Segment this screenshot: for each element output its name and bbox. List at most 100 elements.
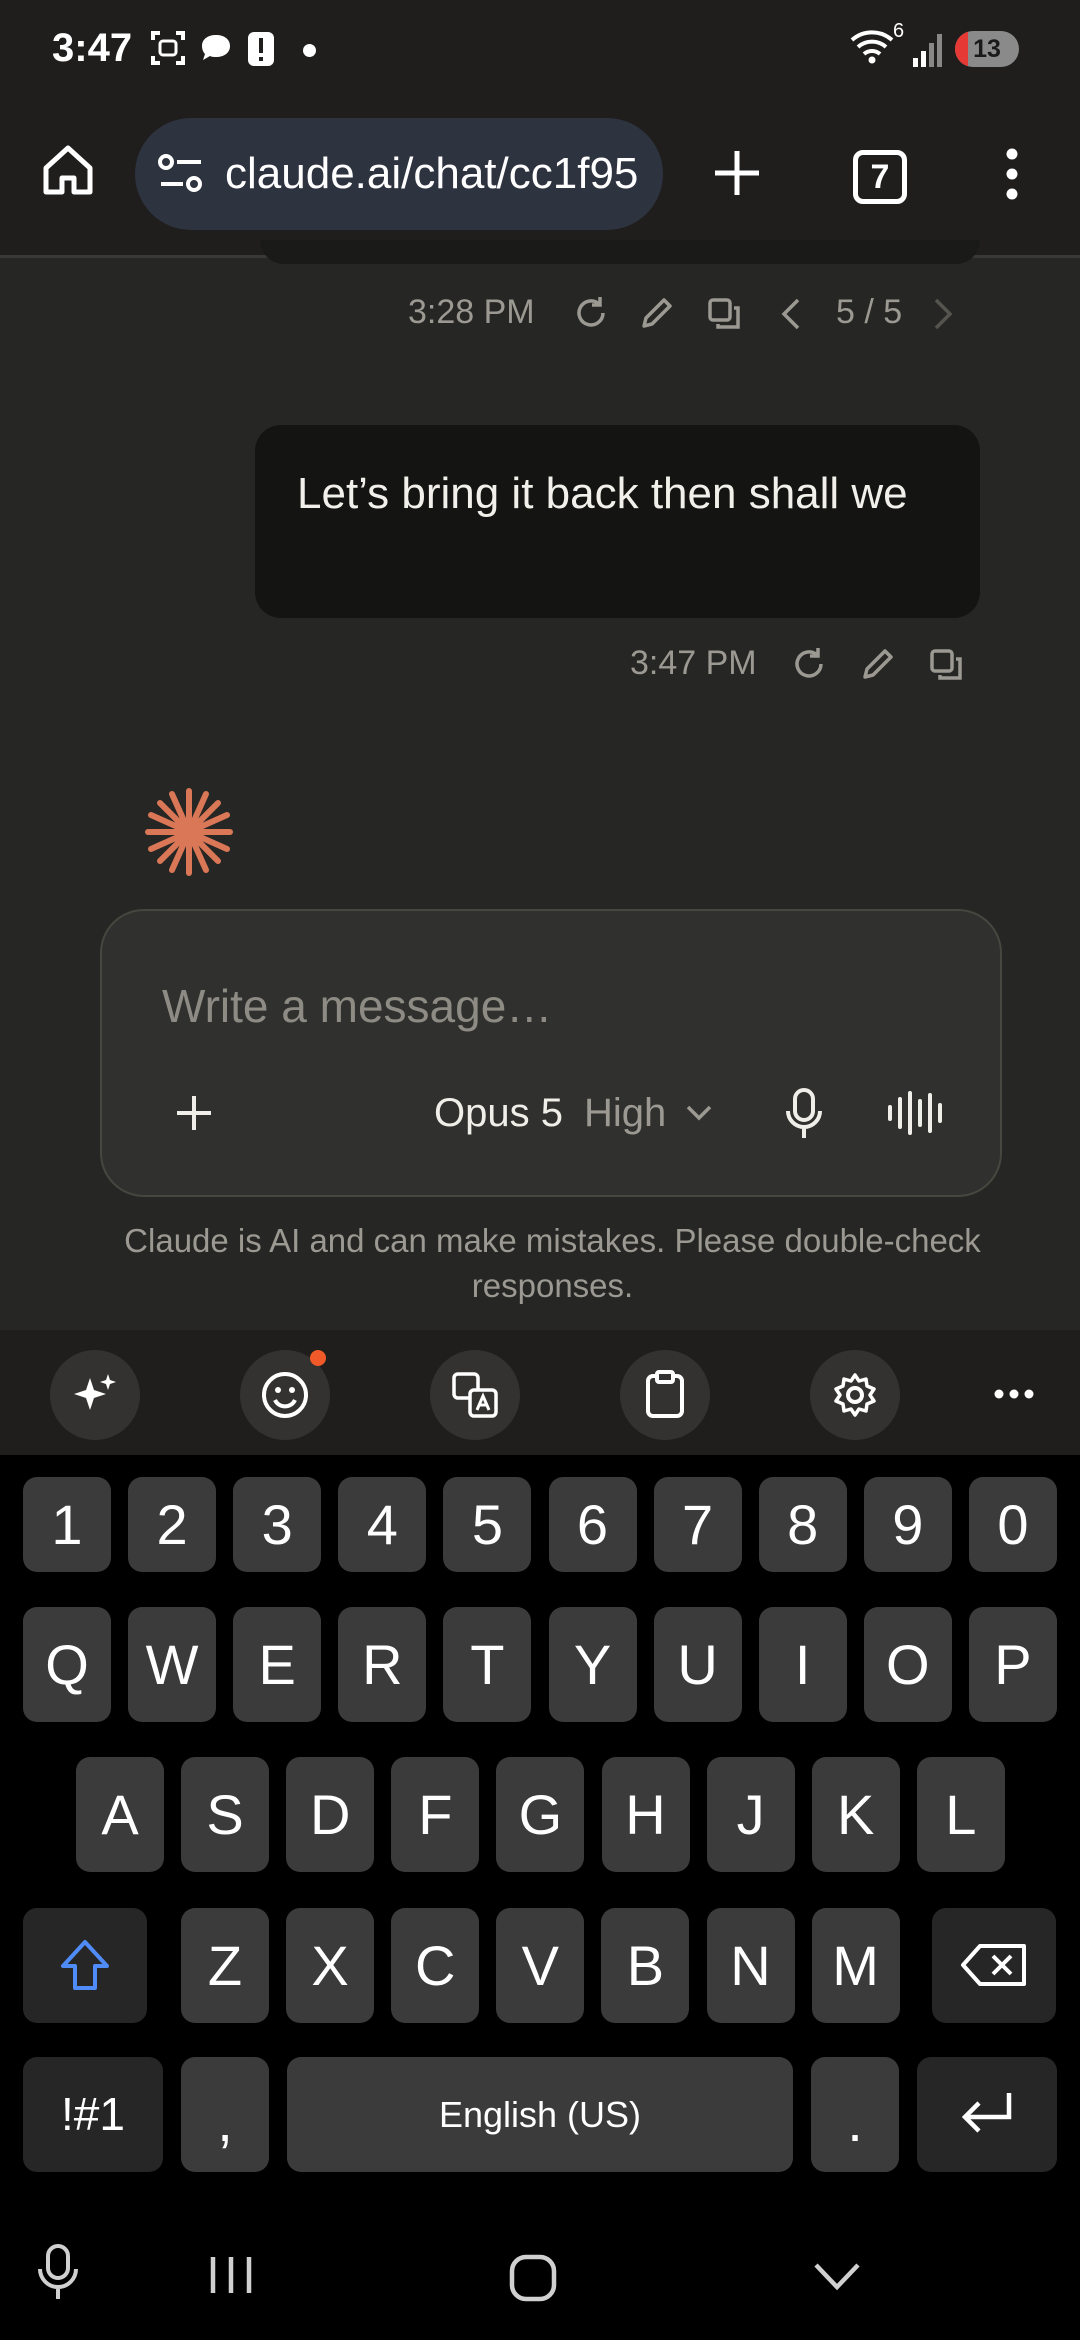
- microphone-icon[interactable]: [784, 1087, 824, 1141]
- edit-icon[interactable]: [859, 645, 897, 683]
- enter-key[interactable]: [917, 2057, 1057, 2172]
- more-menu-icon[interactable]: [1000, 146, 1024, 202]
- battery-icon: 13: [955, 31, 1019, 67]
- chevron-right-icon[interactable]: [930, 296, 956, 332]
- key-z[interactable]: Z: [181, 1908, 269, 2023]
- url-text[interactable]: claude.ai/chat/cc1f95: [225, 149, 638, 199]
- edit-icon[interactable]: [638, 294, 676, 332]
- key-6[interactable]: 6: [548, 1477, 637, 1572]
- emoji-button[interactable]: [240, 1350, 330, 1440]
- hide-keyboard-icon[interactable]: [812, 2261, 862, 2291]
- key-r[interactable]: R: [338, 1607, 427, 1722]
- key-8[interactable]: 8: [758, 1477, 847, 1572]
- translate-icon: [452, 1372, 498, 1418]
- new-tab-icon[interactable]: [712, 148, 762, 198]
- key-n[interactable]: N: [706, 1908, 795, 2023]
- status-time: 3:47: [52, 26, 133, 70]
- voice-mode-icon[interactable]: [886, 1089, 948, 1137]
- key-m[interactable]: M: [811, 1908, 900, 2023]
- key-h[interactable]: H: [601, 1757, 690, 1872]
- clipboard-icon: [646, 1370, 684, 1418]
- symbols-key[interactable]: !#1: [23, 2057, 163, 2172]
- keyboard-settings-button[interactable]: [810, 1350, 900, 1440]
- copy-icon[interactable]: [928, 647, 964, 683]
- response-pager: 5 / 5: [836, 293, 903, 331]
- chevron-left-icon[interactable]: [778, 296, 804, 332]
- keyboard-toolbar: [0, 1330, 1080, 1455]
- voice-input-icon[interactable]: [36, 2243, 80, 2303]
- key-3[interactable]: 3: [233, 1477, 322, 1572]
- key-g[interactable]: G: [496, 1757, 585, 1872]
- key-d[interactable]: D: [286, 1757, 375, 1872]
- key-0[interactable]: 0: [968, 1477, 1057, 1572]
- key-4[interactable]: 4: [338, 1477, 427, 1572]
- key-x[interactable]: X: [286, 1908, 375, 2023]
- retry-icon[interactable]: [790, 645, 828, 683]
- status-bar: 3:47 6 13: [0, 0, 1080, 100]
- chevron-down-icon[interactable]: [685, 1103, 713, 1123]
- screenshot-icon: [151, 31, 185, 65]
- shift-key[interactable]: [23, 1908, 147, 2023]
- key-i[interactable]: I: [758, 1607, 847, 1722]
- key-w[interactable]: W: [128, 1607, 217, 1722]
- more-options-icon[interactable]: [993, 1388, 1035, 1400]
- retry-icon[interactable]: [572, 294, 610, 332]
- copy-icon[interactable]: [706, 296, 742, 332]
- space-key[interactable]: English (US): [287, 2057, 793, 2172]
- tab-switcher-button[interactable]: 7: [853, 150, 907, 204]
- alert-icon: [248, 32, 274, 66]
- key-9[interactable]: 9: [863, 1477, 952, 1572]
- gear-icon: [834, 1373, 876, 1417]
- message-composer[interactable]: Write a message… Opus 5 High: [100, 909, 1002, 1197]
- key-s[interactable]: S: [181, 1757, 270, 1872]
- enter-icon: [961, 2093, 1012, 2133]
- model-selector[interactable]: Opus 5: [434, 1091, 563, 1136]
- key-1[interactable]: 1: [23, 1477, 111, 1572]
- system-navigation-bar: [0, 2215, 1080, 2340]
- key-y[interactable]: Y: [548, 1607, 637, 1722]
- key-o[interactable]: O: [863, 1607, 952, 1722]
- battery-level: 13: [973, 35, 1001, 63]
- browser-toolbar: claude.ai/chat/cc1f95 7: [0, 100, 1080, 258]
- key-l[interactable]: L: [916, 1757, 1005, 1872]
- key-j[interactable]: J: [706, 1757, 795, 1872]
- backspace-icon: [961, 1944, 1026, 1986]
- clipboard-button[interactable]: [620, 1350, 710, 1440]
- add-attachment-icon[interactable]: [174, 1093, 214, 1133]
- key-k[interactable]: K: [811, 1757, 900, 1872]
- shift-arrow-icon: [61, 1940, 109, 1990]
- key-u[interactable]: U: [653, 1607, 742, 1722]
- effort-selector[interactable]: High: [584, 1091, 666, 1136]
- key-f[interactable]: F: [391, 1757, 480, 1872]
- comma-key[interactable]: ,: [181, 2057, 269, 2172]
- address-bar[interactable]: claude.ai/chat/cc1f95: [135, 118, 663, 230]
- key-e[interactable]: E: [233, 1607, 322, 1722]
- backspace-key[interactable]: [932, 1908, 1056, 2023]
- key-5[interactable]: 5: [443, 1477, 532, 1572]
- signal-icon: [913, 34, 942, 67]
- key-b[interactable]: B: [601, 1908, 690, 2023]
- period-key[interactable]: .: [811, 2057, 899, 2172]
- user-message-time: 3:47 PM: [630, 644, 757, 682]
- key-c[interactable]: C: [391, 1908, 480, 2023]
- wifi-label: 6: [893, 20, 905, 42]
- chat-bubble-icon: [202, 35, 230, 60]
- message-input[interactable]: Write a message…: [162, 979, 552, 1033]
- ai-tools-button[interactable]: [50, 1350, 140, 1440]
- sparkle-icon: [74, 1374, 116, 1410]
- recent-apps-icon[interactable]: [208, 2255, 254, 2295]
- key-7[interactable]: 7: [653, 1477, 742, 1572]
- key-a[interactable]: A: [76, 1757, 164, 1872]
- home-icon[interactable]: [40, 142, 96, 198]
- home-button-icon[interactable]: [508, 2253, 558, 2303]
- key-p[interactable]: P: [968, 1607, 1057, 1722]
- previous-message-bubble: [260, 240, 980, 264]
- key-2[interactable]: 2: [128, 1477, 217, 1572]
- key-t[interactable]: T: [443, 1607, 532, 1722]
- wifi-icon: [850, 30, 894, 64]
- site-settings-icon[interactable]: [157, 152, 205, 196]
- key-q[interactable]: Q: [23, 1607, 111, 1722]
- disclaimer-text: Claude is AI and can make mistakes. Plea…: [124, 1222, 981, 1304]
- key-v[interactable]: V: [496, 1908, 585, 2023]
- translate-button[interactable]: [430, 1350, 520, 1440]
